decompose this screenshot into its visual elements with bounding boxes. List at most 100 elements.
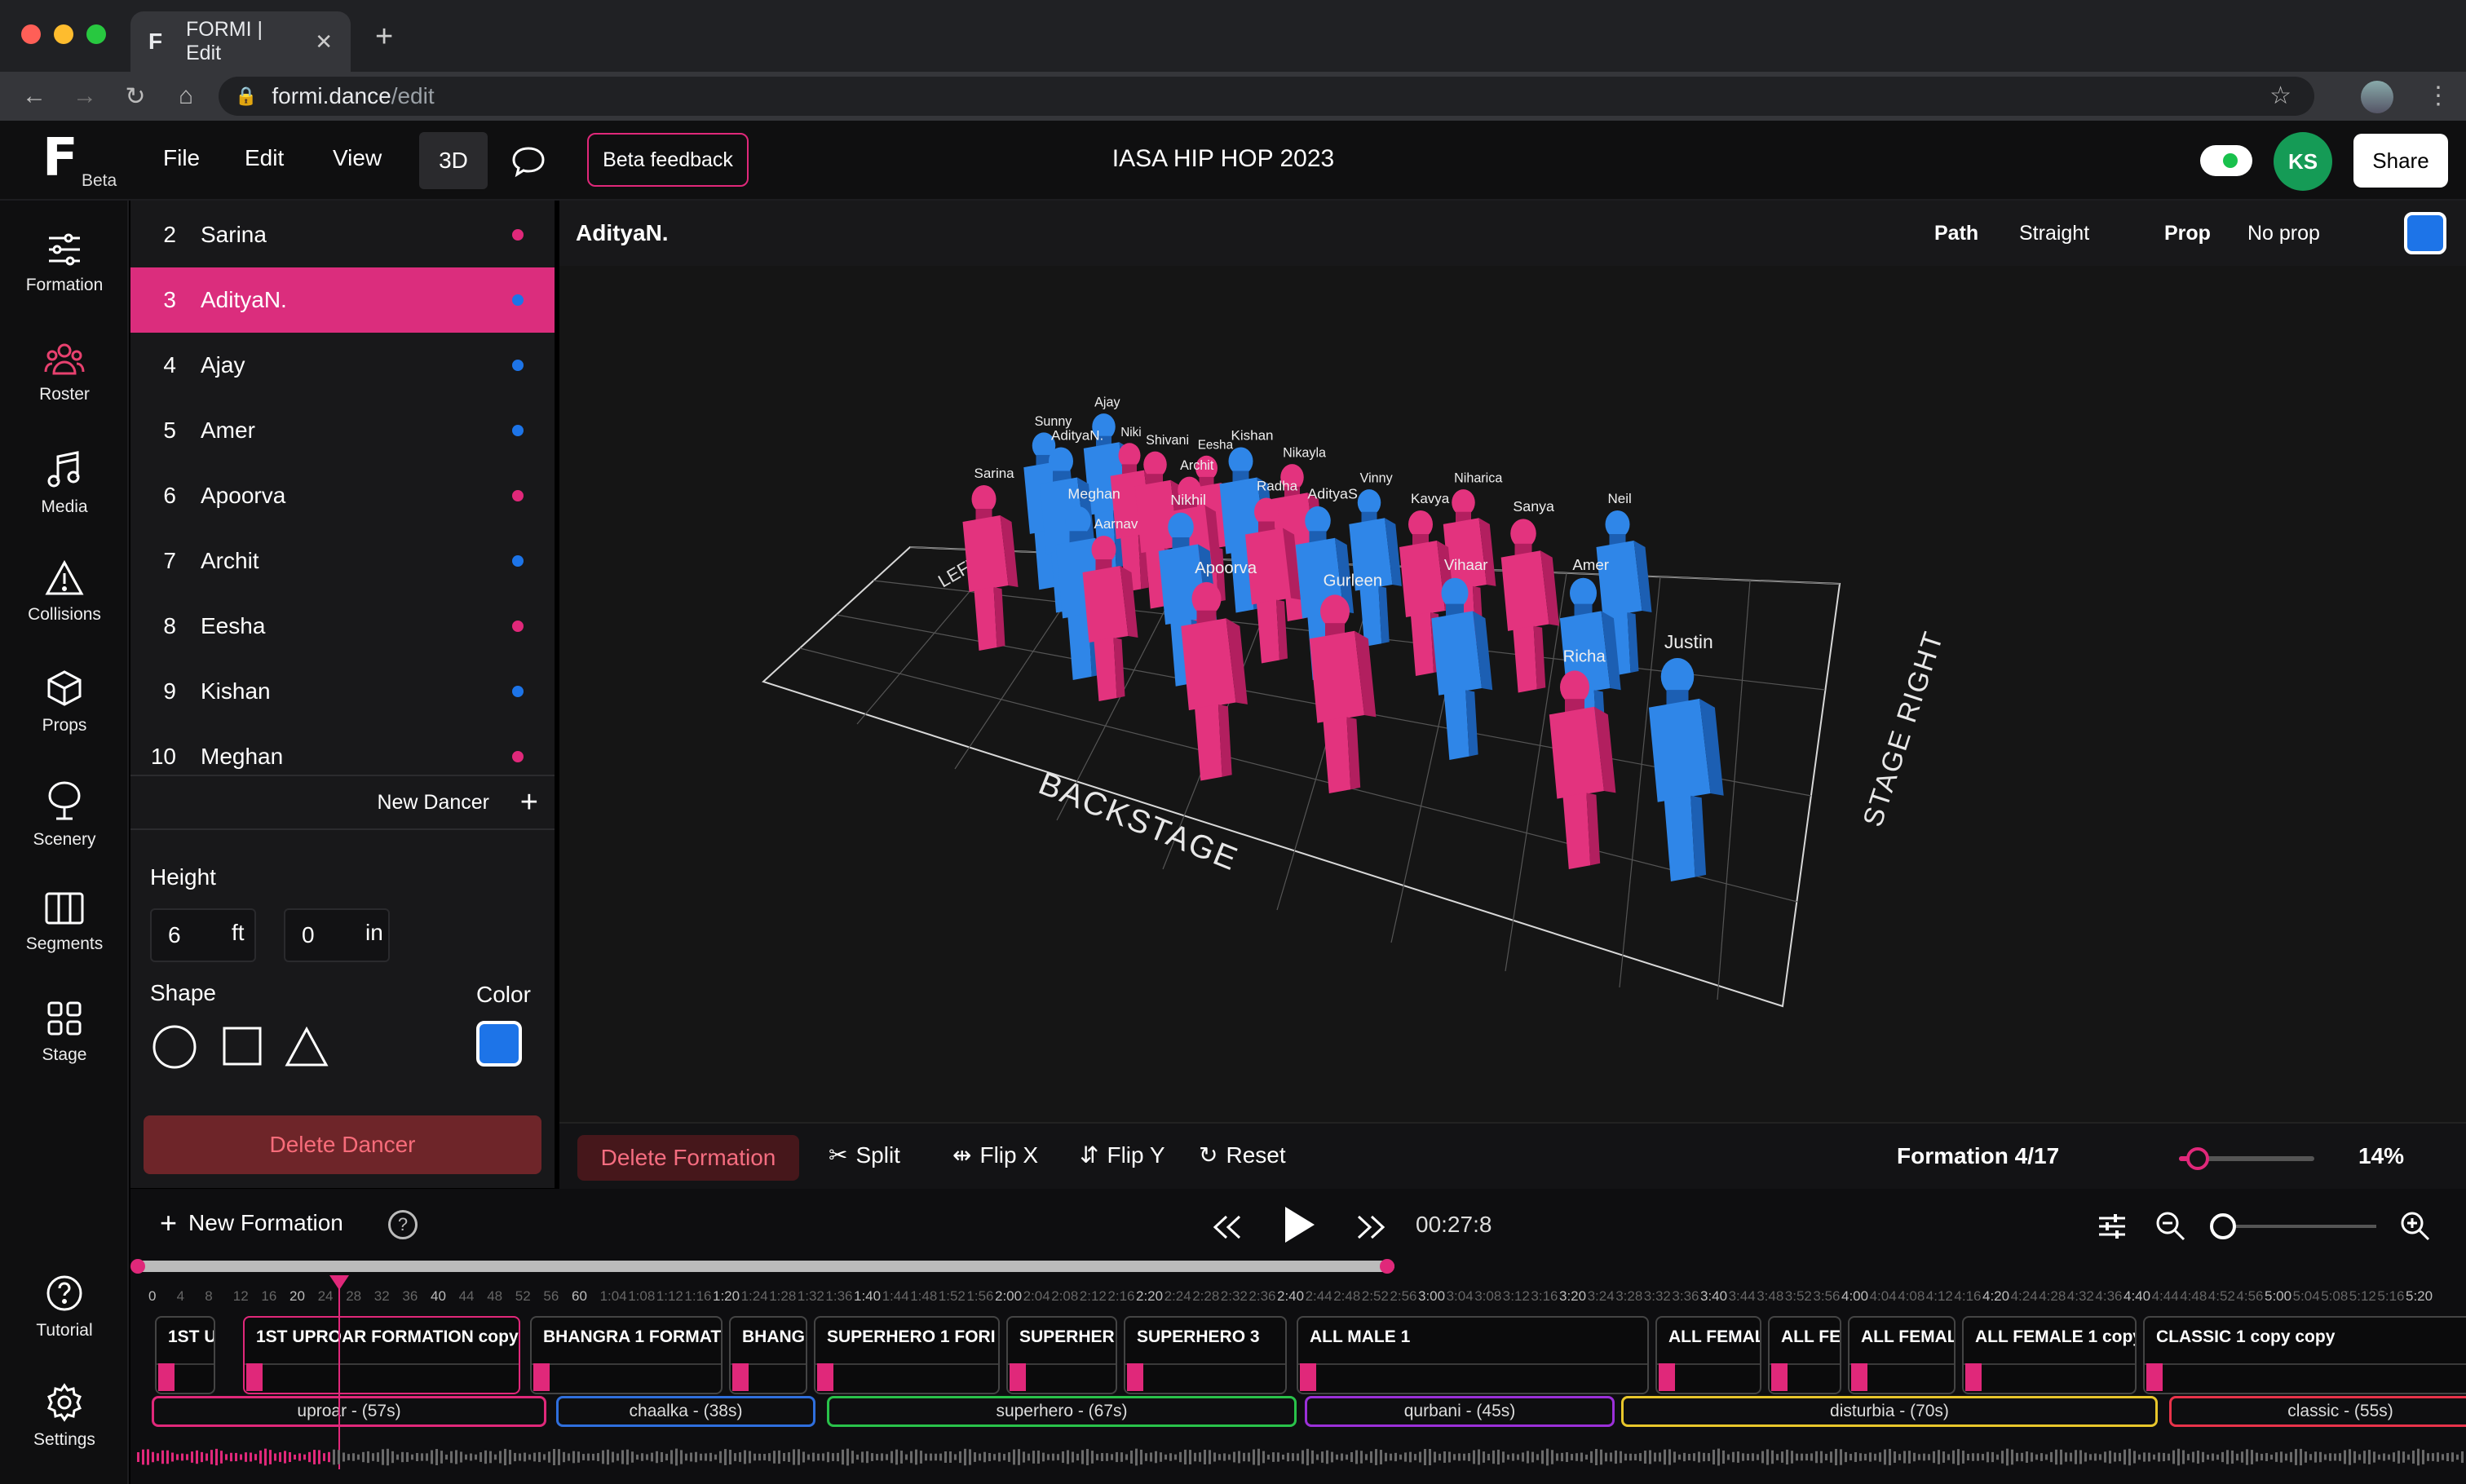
new-dancer-button[interactable]: New Dancer + (130, 775, 555, 827)
dancer-row-sarina[interactable]: 2 Sarina (130, 202, 555, 267)
play-icon[interactable] (1280, 1204, 1318, 1246)
timeline-scrollbar[interactable] (137, 1261, 1394, 1272)
formation-transition-marker[interactable] (1659, 1363, 1675, 1391)
maximize-window-icon[interactable] (86, 24, 106, 44)
formation-transition-marker[interactable] (1771, 1363, 1788, 1391)
dancer-figure-sanya[interactable]: Sanya (1500, 498, 1560, 693)
stage-3d-viewport[interactable]: BACKSTAGE STAGE RIGHT LEFT Ajay Sunny Niki… (559, 266, 2466, 1122)
menu-edit[interactable]: Edit (245, 145, 284, 171)
time-ruler[interactable]: 0 4 8 12 16 20 24 28 32 36 40 44 48 52 56 60 1:04 1:08 1:1… (130, 1279, 2466, 1314)
formation-card[interactable]: ALL FEMAL (1848, 1316, 1956, 1394)
audio-segment[interactable]: chaalka - (38s) (556, 1396, 815, 1427)
back-icon[interactable]: ← (18, 82, 51, 110)
dancer-row-eesha[interactable]: 8 Eesha (130, 594, 555, 659)
comment-icon[interactable] (510, 145, 546, 182)
formation-card[interactable]: ALL MALE 1 (1297, 1316, 1649, 1394)
flip-y-button[interactable]: ⇵ Flip Y (1080, 1142, 1165, 1168)
prop-select[interactable]: No prop (2247, 222, 2320, 245)
formation-transition-marker[interactable] (817, 1363, 833, 1391)
close-window-icon[interactable] (21, 24, 41, 44)
new-formation-button[interactable]: + New Formation (160, 1208, 343, 1238)
timeline-zoom-handle[interactable] (2210, 1213, 2236, 1239)
nav-formation[interactable]: Formation (0, 232, 129, 295)
formation-transition-marker[interactable] (246, 1363, 263, 1391)
help-icon[interactable]: ? (388, 1210, 418, 1239)
toggle-3d-button[interactable]: 3D (419, 132, 488, 189)
delete-dancer-button[interactable]: Delete Dancer (144, 1115, 541, 1174)
tab-close-icon[interactable]: ✕ (315, 29, 333, 55)
formation-transition-marker[interactable] (533, 1363, 550, 1391)
fast-forward-icon[interactable] (1354, 1213, 1386, 1241)
formation-transition-marker[interactable] (1300, 1363, 1316, 1391)
timeline-zoom-slider[interactable] (2215, 1225, 2376, 1228)
nav-stage[interactable]: Stage (0, 1000, 129, 1065)
audio-segment[interactable]: disturbia - (70s) (1621, 1396, 2158, 1427)
formi-logo[interactable]: F (42, 132, 86, 184)
formation-card[interactable]: BHANG (729, 1316, 807, 1394)
audio-segment[interactable]: classic - (55s) (2169, 1396, 2466, 1427)
delete-formation-button[interactable]: Delete Formation (577, 1135, 799, 1181)
formation-card[interactable]: ALL FEI (1768, 1316, 1841, 1394)
bookmark-star-icon[interactable]: ☆ (2269, 82, 2291, 110)
formation-card[interactable]: ALL FEMALE 1 copy (1962, 1316, 2137, 1394)
beta-feedback-button[interactable]: Beta feedback (587, 133, 749, 187)
formation-card[interactable]: SUPERHERO 1 FORI (814, 1316, 1000, 1394)
share-button[interactable]: Share (2353, 134, 2448, 188)
dancer-row-meghan[interactable]: 10 Meghan (130, 724, 555, 775)
browser-menu-icon[interactable]: ⋮ (2426, 82, 2451, 110)
dancer-figure-justin[interactable]: Justin (1648, 631, 1724, 881)
timeline-settings-icon[interactable] (2097, 1212, 2127, 1241)
viewport-color-swatch[interactable] (2404, 212, 2446, 254)
address-bar[interactable]: 🔒 formi.dance/edit ☆ (219, 77, 2314, 116)
nav-settings[interactable]: Settings (0, 1383, 129, 1450)
split-button[interactable]: ✂ Split (829, 1142, 900, 1168)
formation-card[interactable]: CLASSIC 1 copy copy (2143, 1316, 2466, 1394)
audio-segment[interactable]: qurbani - (45s) (1305, 1396, 1615, 1427)
menu-file[interactable]: File (163, 145, 200, 171)
document-title[interactable]: IASA HIP HOP 2023 (1060, 145, 1386, 173)
formation-card[interactable]: SUPERHERO 3 (1124, 1316, 1287, 1394)
zoom-slider[interactable] (2179, 1147, 2314, 1170)
square-shape-icon[interactable] (220, 1024, 266, 1070)
scrollbar-end-handle[interactable] (1380, 1259, 1394, 1274)
triangle-shape-icon[interactable] (284, 1024, 329, 1070)
user-avatar[interactable]: KS (2274, 132, 2332, 191)
formation-card[interactable]: SUPERHER (1006, 1316, 1117, 1394)
formation-card[interactable]: ALL FEMAL (1655, 1316, 1761, 1394)
formation-transition-marker[interactable] (1851, 1363, 1867, 1391)
audio-segment[interactable]: uproar - (57s) (152, 1396, 546, 1427)
nav-roster[interactable]: Roster (0, 341, 129, 404)
zoom-in-icon[interactable] (2399, 1210, 2432, 1243)
dancer-row-apoorva[interactable]: 6 Apoorva (130, 463, 555, 528)
forward-icon[interactable]: → (68, 82, 101, 110)
dancer-color-picker[interactable] (476, 1021, 522, 1067)
dancer-row-amer[interactable]: 5 Amer (130, 398, 555, 463)
formation-transition-marker[interactable] (2146, 1363, 2163, 1391)
nav-tutorial[interactable]: Tutorial (0, 1274, 129, 1340)
audio-segment[interactable]: superhero - (67s) (827, 1396, 1297, 1427)
zoom-slider-handle[interactable] (2186, 1147, 2210, 1170)
home-icon[interactable]: ⌂ (170, 82, 202, 110)
dancer-row-archit[interactable]: 7 Archit (130, 528, 555, 594)
dancer-row-kishan[interactable]: 9 Kishan (130, 659, 555, 724)
formation-transition-marker[interactable] (1010, 1363, 1026, 1391)
formation-transition-marker[interactable] (1965, 1363, 1982, 1391)
formation-card[interactable]: 1ST UPROAR FORMATION copy (243, 1316, 520, 1394)
playhead[interactable] (338, 1275, 340, 1469)
nav-media[interactable]: Media (0, 450, 129, 517)
scrollbar-start-handle[interactable] (130, 1259, 145, 1274)
dancer-row-ajay[interactable]: 4 Ajay (130, 333, 555, 398)
stage-3d-canvas[interactable]: BACKSTAGE STAGE RIGHT LEFT AjaySunnyNiki… (559, 266, 2466, 1122)
zoom-out-icon[interactable] (2154, 1210, 2187, 1243)
dancer-figure-sarina[interactable]: Sarina (962, 466, 1019, 651)
browser-profile-avatar[interactable] (2361, 81, 2393, 113)
reset-button[interactable]: ↻ Reset (1199, 1142, 1286, 1168)
browser-tab[interactable]: F FORMI | Edit ✕ (130, 11, 351, 72)
playhead-marker-icon[interactable] (329, 1275, 349, 1290)
formation-transition-marker[interactable] (1127, 1363, 1143, 1391)
formation-transition-marker[interactable] (158, 1363, 175, 1391)
nav-collisions[interactable]: Collisions (0, 559, 129, 625)
nav-scenery[interactable]: Scenery (0, 780, 129, 850)
new-tab-icon[interactable]: + (375, 21, 393, 52)
reload-icon[interactable]: ↻ (119, 82, 152, 111)
